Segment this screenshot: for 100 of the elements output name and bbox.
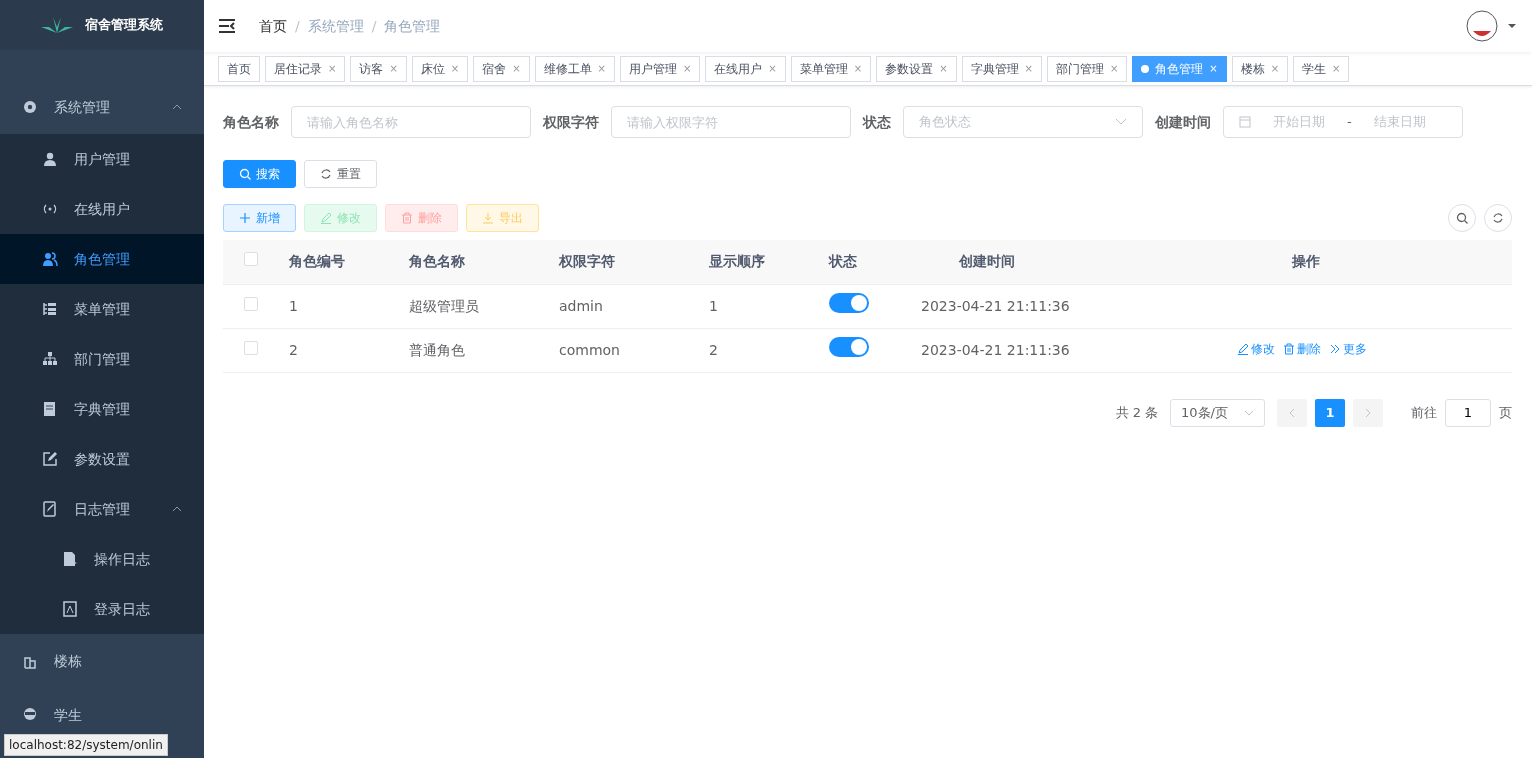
refresh-icon (320, 168, 332, 180)
column-header: 显示顺序 (709, 253, 765, 270)
table-cell: 1 (709, 297, 718, 314)
toggle-switch[interactable] (829, 293, 869, 313)
tab[interactable]: 宿舍 × (473, 55, 530, 82)
table-cell: 2 (289, 341, 298, 358)
org-chart-icon (42, 351, 58, 367)
tab[interactable]: 首页 (218, 55, 260, 82)
field-label: 状态 (863, 112, 891, 132)
column-header: 创建时间 (959, 253, 1015, 270)
breadcrumb-separator: / (371, 16, 377, 36)
field-label: 角色名称 (223, 112, 279, 132)
breadcrumb-separator: / (295, 16, 300, 36)
caret-icon[interactable] (1507, 23, 1517, 29)
table-cell: 1 (289, 297, 298, 314)
input-field[interactable]: 请输入角色名称 (291, 106, 531, 138)
table-cell: 2023-04-21 21:11:36 (921, 341, 1070, 358)
document-icon (62, 551, 78, 567)
checkbox[interactable] (244, 296, 258, 311)
people-icon (42, 251, 58, 267)
notepad-icon (42, 501, 58, 517)
menu-item[interactable]: 楼栋 (0, 634, 204, 688)
app-title: 宿舍管理系统 (85, 16, 163, 35)
total-count: 共 2 条 (1115, 403, 1159, 422)
checkbox[interactable] (244, 252, 258, 267)
column-header: 角色编号 (289, 253, 345, 270)
tab[interactable]: 床位 × (411, 55, 469, 82)
user-icon (42, 151, 58, 167)
page-suffix: 页 (1499, 403, 1512, 422)
date-range-field[interactable]: 开始日期 - 结束日期 (1223, 106, 1463, 138)
chevron-icon (172, 506, 182, 512)
table-cell: 2 (709, 341, 718, 358)
refresh-button[interactable] (1484, 204, 1512, 232)
calendar-icon (1239, 116, 1251, 128)
menu-item[interactable]: 部门管理 (0, 334, 204, 384)
chevron-icon (172, 104, 182, 110)
toggle-switch[interactable] (829, 337, 869, 357)
tab[interactable]: 维修工单 × (534, 55, 615, 82)
tab[interactable]: 菜单管理 × (790, 55, 872, 82)
menu-item[interactable]: 操作日志 (0, 534, 204, 584)
goto-label: 前往 (1411, 403, 1437, 422)
plus-icon (239, 212, 251, 224)
chevron-down-icon (1115, 118, 1127, 126)
refresh-icon (1492, 212, 1504, 224)
menu-item[interactable]: 参数设置 (0, 434, 204, 484)
menu-item[interactable]: 登录日志 (0, 584, 204, 634)
table-cell: admin (559, 297, 603, 314)
checkbox[interactable] (244, 340, 258, 355)
search-icon (239, 168, 251, 180)
more-link[interactable]: 更多 (1328, 339, 1367, 358)
chevron-down-icon (1244, 409, 1254, 416)
tab[interactable]: 字典管理 × (961, 55, 1042, 82)
pencil-icon (320, 212, 332, 224)
reset-button[interactable]: 重置 (304, 160, 377, 188)
menu-item[interactable]: 系统管理 (0, 80, 204, 134)
tab[interactable]: 居住记录 × (265, 55, 346, 82)
table-cell: common (559, 341, 620, 358)
tab[interactable]: 在线用户 × (705, 55, 786, 82)
table-cell: 2023-04-21 21:11:36 (921, 297, 1070, 314)
tab[interactable]: 访客 × (350, 55, 407, 82)
input-field[interactable]: 请输入权限字符 (611, 106, 851, 138)
chevron-right-icon (1365, 407, 1371, 418)
menu-item[interactable]: 字典管理 (0, 384, 204, 434)
field-label: 权限字符 (543, 112, 599, 132)
column-header: 权限字符 (559, 253, 615, 270)
tab[interactable]: 部门管理 × (1046, 55, 1128, 82)
edit-icon (42, 451, 58, 467)
tab[interactable]: 用户管理 × (619, 55, 701, 82)
menu-icon[interactable] (219, 19, 235, 33)
breadcrumb-link[interactable]: 首页 (259, 15, 287, 37)
download-icon (482, 212, 494, 224)
menu-item[interactable]: 菜单管理 (0, 284, 204, 334)
page-input[interactable]: 1 (1445, 398, 1491, 427)
gear-icon (22, 99, 38, 115)
tab[interactable]: 参数设置 × (876, 55, 957, 82)
column-header: 角色名称 (409, 253, 465, 270)
breadcrumb-item: 系统管理 (307, 16, 364, 36)
tree-list-icon (42, 301, 58, 317)
chevron-left-icon (1289, 407, 1295, 418)
menu-item[interactable]: 角色管理 (0, 234, 204, 284)
column-header: 状态 (829, 253, 857, 270)
edit-link[interactable]: 修改 (1236, 339, 1275, 358)
search-button[interactable] (1448, 204, 1476, 232)
trash-icon (401, 212, 413, 224)
table-cell: 超级管理员 (409, 297, 479, 314)
field-label: 创建时间 (1155, 112, 1211, 132)
id-card-icon (62, 601, 78, 617)
tab[interactable]: 学生 × (1293, 55, 1350, 82)
avatar-icon[interactable] (1465, 9, 1499, 43)
tab[interactable]: 楼栋 × (1231, 55, 1289, 82)
menu-item[interactable]: 在线用户 (0, 184, 204, 234)
trash-icon (1282, 342, 1295, 355)
delete-link[interactable]: 删除 (1282, 339, 1321, 358)
book-icon (42, 401, 58, 417)
menu-item[interactable]: 用户管理 (0, 134, 204, 184)
page-size-select[interactable]: 10条/页 (1170, 398, 1265, 427)
url-tooltip: localhost:82/system/onlin (4, 734, 168, 756)
menu-item[interactable]: 日志管理 (0, 484, 204, 534)
search-icon (1456, 212, 1468, 224)
active-dot-icon (1141, 64, 1150, 73)
